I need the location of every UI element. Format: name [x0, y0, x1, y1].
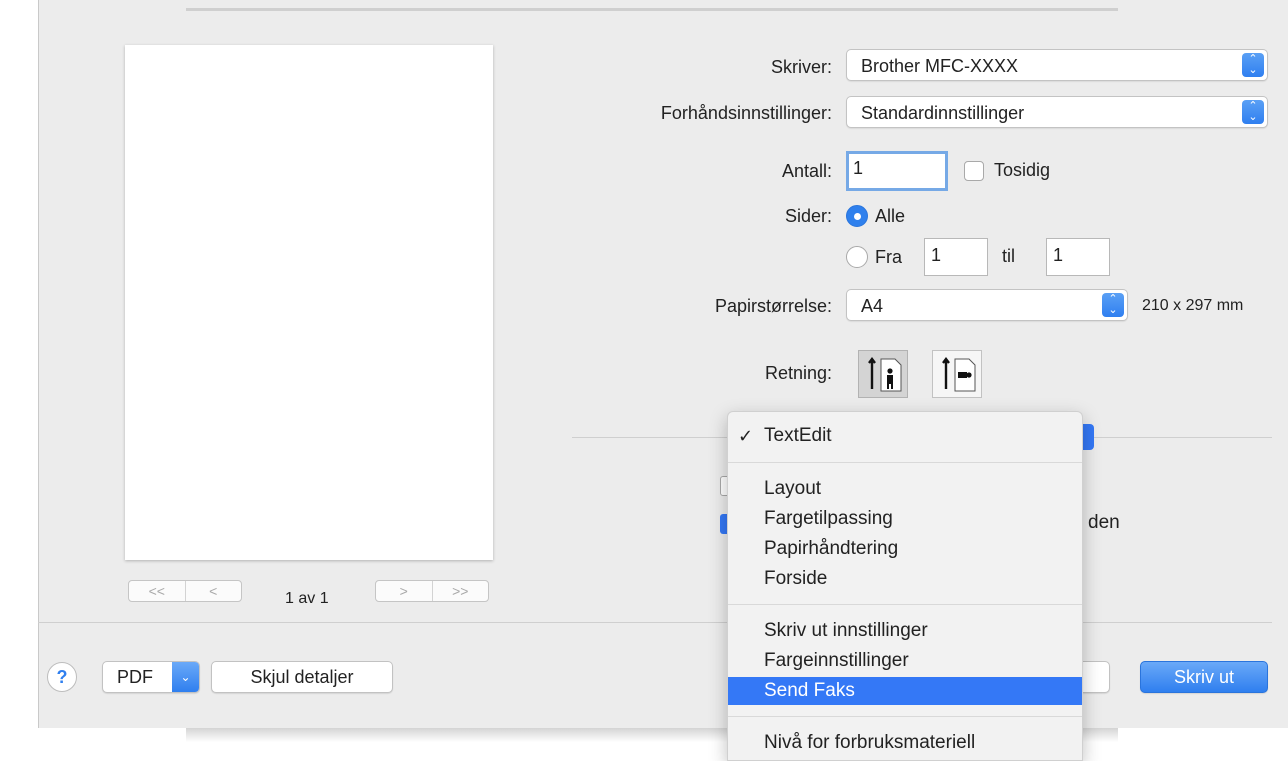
copies-field[interactable]: 1	[846, 151, 948, 191]
portrait-button[interactable]	[858, 350, 908, 398]
landscape-button[interactable]	[932, 350, 982, 398]
updown-chevron-icon: ⌃ ⌄	[1242, 53, 1264, 77]
chevron-down-icon: ⌄	[172, 662, 199, 692]
pdf-label: PDF	[117, 666, 153, 687]
next-page-button[interactable]: >	[376, 581, 433, 601]
menu-item-cover-page[interactable]: Forside	[728, 565, 1082, 593]
printer-popup[interactable]: Brother MFC-XXXX ⌃ ⌄	[846, 49, 1268, 81]
pages-from-field[interactable]: 1	[924, 238, 988, 276]
preview-nav-back: << <	[128, 580, 242, 602]
help-icon: ?	[56, 666, 68, 687]
orientation-label: Retning:	[764, 363, 832, 383]
pdf-menu-button[interactable]: PDF ⌄	[102, 661, 200, 693]
updown-chevron-icon: ⌃ ⌄	[1242, 100, 1264, 124]
print-button[interactable]: Skriv ut	[1140, 661, 1268, 693]
menu-item-send-fax[interactable]: Send Faks	[728, 677, 1082, 705]
window-top-edge	[186, 8, 1118, 11]
menu-item-color-settings[interactable]: Fargeinnstillinger	[728, 647, 1082, 675]
paper-size-value: A4	[861, 296, 884, 316]
pages-label: Sider:	[784, 206, 832, 226]
preview-nav-forward: > >>	[375, 580, 489, 602]
footer-separator	[38, 622, 1272, 623]
menu-separator	[728, 604, 1082, 605]
pages-to-field[interactable]: 1	[1046, 238, 1110, 276]
pages-range-radio[interactable]	[846, 246, 868, 268]
menu-separator	[728, 462, 1082, 463]
menu-separator	[728, 716, 1082, 717]
page-preview	[125, 45, 493, 560]
landscape-orientation-icon	[942, 357, 976, 392]
copies-label: Antall:	[781, 161, 832, 181]
presets-popup[interactable]: Standardinnstillinger ⌃ ⌄	[846, 96, 1268, 128]
menu-item-supply-levels[interactable]: Nivå for forbruksmateriell	[728, 729, 1082, 757]
checkmark-icon: ✓	[738, 426, 754, 446]
menu-item-label: TextEdit	[764, 425, 832, 446]
menu-item-print-settings[interactable]: Skriv ut innstillinger	[728, 617, 1082, 645]
menu-item-layout[interactable]: Layout	[728, 475, 1082, 503]
pages-all-label: Alle	[875, 206, 906, 226]
paper-dimensions: 210 x 297 mm	[1142, 297, 1244, 314]
paper-size-popup[interactable]: A4 ⌃ ⌄	[846, 289, 1128, 321]
paper-size-label: Papirstørrelse:	[714, 296, 832, 316]
app-options-menu: ✓ TextEdit Layout Fargetilpassing Papirh…	[727, 411, 1083, 761]
presets-label: Forhåndsinnstillinger:	[660, 103, 832, 123]
printer-label: Skriver:	[770, 57, 832, 77]
updown-chevron-icon: ⌃ ⌄	[1102, 293, 1124, 317]
help-button[interactable]: ?	[47, 662, 77, 692]
pages-to-label: til	[1002, 246, 1015, 266]
portrait-orientation-icon	[868, 357, 902, 392]
pages-all-radio[interactable]	[846, 205, 868, 227]
partial-option-label: den	[1088, 512, 1120, 533]
hide-details-button[interactable]: Skjul detaljer	[211, 661, 393, 693]
last-page-button[interactable]: >>	[433, 581, 489, 601]
menu-item-current[interactable]: ✓ TextEdit	[728, 422, 1082, 450]
first-page-button[interactable]: <<	[129, 581, 186, 601]
duplex-checkbox[interactable]	[964, 161, 984, 181]
presets-value: Standardinnstillinger	[861, 103, 1025, 123]
page-counter: 1 av 1	[285, 590, 329, 607]
menu-item-paper-handling[interactable]: Papirhåndtering	[728, 535, 1082, 563]
duplex-label: Tosidig	[994, 160, 1051, 180]
printer-value: Brother MFC-XXXX	[861, 56, 1019, 76]
menu-item-color-matching[interactable]: Fargetilpassing	[728, 505, 1082, 533]
prev-page-button[interactable]: <	[186, 581, 242, 601]
pages-from-label: Fra	[875, 247, 902, 267]
